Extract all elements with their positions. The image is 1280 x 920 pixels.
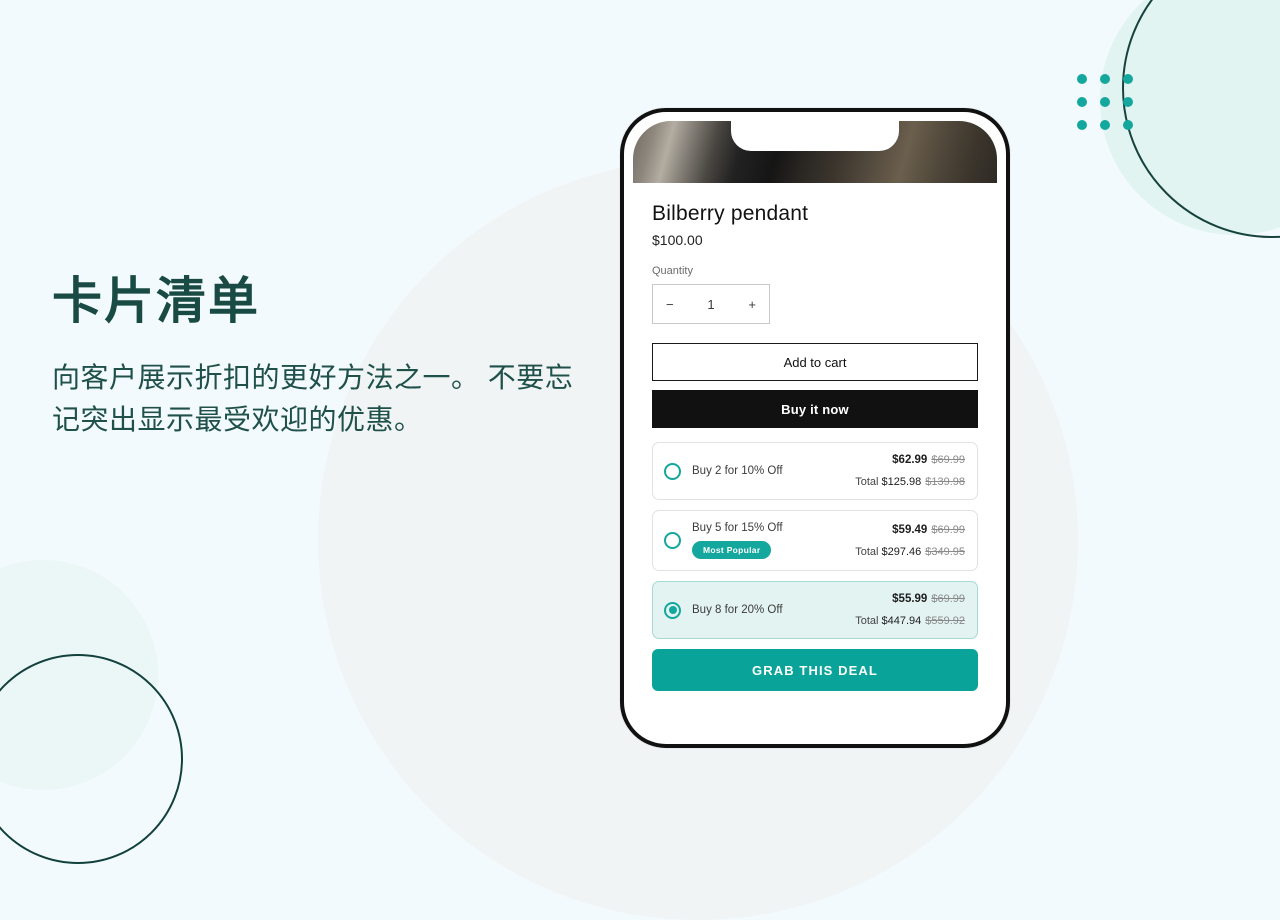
most-popular-badge: Most Popular — [692, 541, 772, 559]
product-image — [633, 121, 997, 183]
offer-list: Buy 2 for 10% Off $62.99 $69.99 Total $125.9… — [652, 442, 978, 639]
page-subtitle: 向客户展示折扣的更好方法之一。 不要忘记突出显示最受欢迎的优惠。 — [52, 362, 574, 435]
radio-dot-icon — [668, 606, 677, 614]
buy-it-now-button[interactable]: Buy it now — [652, 390, 978, 428]
offer-card-left: Buy 2 for 10% Off — [692, 465, 855, 477]
offer-card[interactable]: Buy 8 for 20% Off $55.99 $69.99 Total $447.9… — [652, 581, 978, 639]
offer-unit-price: $55.99 — [892, 593, 928, 605]
offer-total-compare-price: $559.92 — [925, 615, 965, 627]
phone-mockup: Bilberry pendant $100.00 Quantity − 1 + … — [620, 108, 1010, 748]
offer-card[interactable]: Buy 5 for 15% Off Most Popular $59.49 $69.9… — [652, 510, 978, 571]
quantity-value[interactable]: 1 — [707, 297, 714, 312]
offer-radio-unselected[interactable] — [664, 532, 681, 549]
background-circle-top-right-outline — [1122, 0, 1280, 238]
offer-unit-price: $62.99 — [892, 454, 928, 466]
offer-total-price: $297.46 — [881, 545, 922, 558]
offer-total-label: Total — [855, 615, 879, 627]
product-title: Bilberry pendant — [652, 202, 809, 225]
offer-unit-price-row: $59.49 $69.99 — [855, 524, 965, 536]
offer-total-price: $447.94 — [881, 615, 922, 627]
offer-total-label: Total — [855, 545, 879, 558]
offer-card-left: Buy 8 for 20% Off — [692, 604, 855, 616]
offer-total-compare-price: $139.98 — [925, 476, 965, 488]
offer-name: Buy 5 for 15% Off — [692, 522, 783, 534]
offer-total-compare-price: $349.95 — [925, 545, 965, 558]
offer-unit-price: $59.49 — [892, 523, 928, 536]
offer-total-row: Total $297.46 $349.95 — [855, 546, 965, 558]
offer-card[interactable]: Buy 2 for 10% Off $62.99 $69.99 Total $125.9… — [652, 442, 978, 500]
phone-screen: Bilberry pendant $100.00 Quantity − 1 + … — [633, 121, 997, 735]
offer-radio-selected[interactable] — [664, 601, 681, 619]
background-circle-bottom-left-filled — [0, 560, 158, 790]
offer-total-row: Total $125.98 $139.98 — [855, 476, 965, 488]
offer-total-label: Total — [855, 476, 879, 488]
offer-unit-compare-price: $69.99 — [931, 523, 965, 536]
offer-unit-price-row: $62.99 $69.99 — [855, 454, 965, 466]
offer-unit-price-row: $55.99 $69.99 — [855, 593, 965, 605]
phone-notch — [731, 121, 899, 151]
add-to-cart-button[interactable]: Add to cart — [652, 343, 978, 381]
quantity-increment-button[interactable]: + — [748, 297, 756, 312]
offer-name: Buy 2 for 10% Off — [692, 465, 783, 477]
quantity-stepper[interactable]: − 1 + — [652, 284, 770, 324]
offer-card-pricing: $59.49 $69.99 Total $297.46 $349.95 — [855, 524, 965, 558]
background-circle-top-right-filled — [1100, 0, 1280, 235]
slide-copy: 卡片清单 向客户展示折扣的更好方法之一。 不要忘记突出显示最受欢迎的优惠。 — [52, 272, 592, 441]
product-price: $100.00 — [652, 232, 703, 248]
offer-card-left: Buy 5 for 15% Off Most Popular — [692, 522, 855, 559]
quantity-label: Quantity — [652, 265, 693, 277]
offer-unit-compare-price: $69.99 — [931, 454, 965, 466]
quantity-decrement-button[interactable]: − — [666, 297, 674, 312]
offer-radio-unselected[interactable] — [664, 462, 681, 480]
offer-card-pricing: $55.99 $69.99 Total $447.94 $559.92 — [855, 593, 965, 627]
offer-total-price: $125.98 — [881, 476, 922, 488]
page-title: 卡片清单 — [52, 273, 260, 329]
offer-total-row: Total $447.94 $559.92 — [855, 615, 965, 627]
offer-unit-compare-price: $69.99 — [931, 593, 965, 605]
background-circle-bottom-left-outline — [0, 654, 183, 864]
dot-grid-decoration — [1077, 74, 1133, 130]
offer-name: Buy 8 for 20% Off — [692, 604, 783, 616]
grab-this-deal-button[interactable]: GRAB THIS DEAL — [652, 649, 978, 691]
offer-card-pricing: $62.99 $69.99 Total $125.98 $139.98 — [855, 454, 965, 488]
